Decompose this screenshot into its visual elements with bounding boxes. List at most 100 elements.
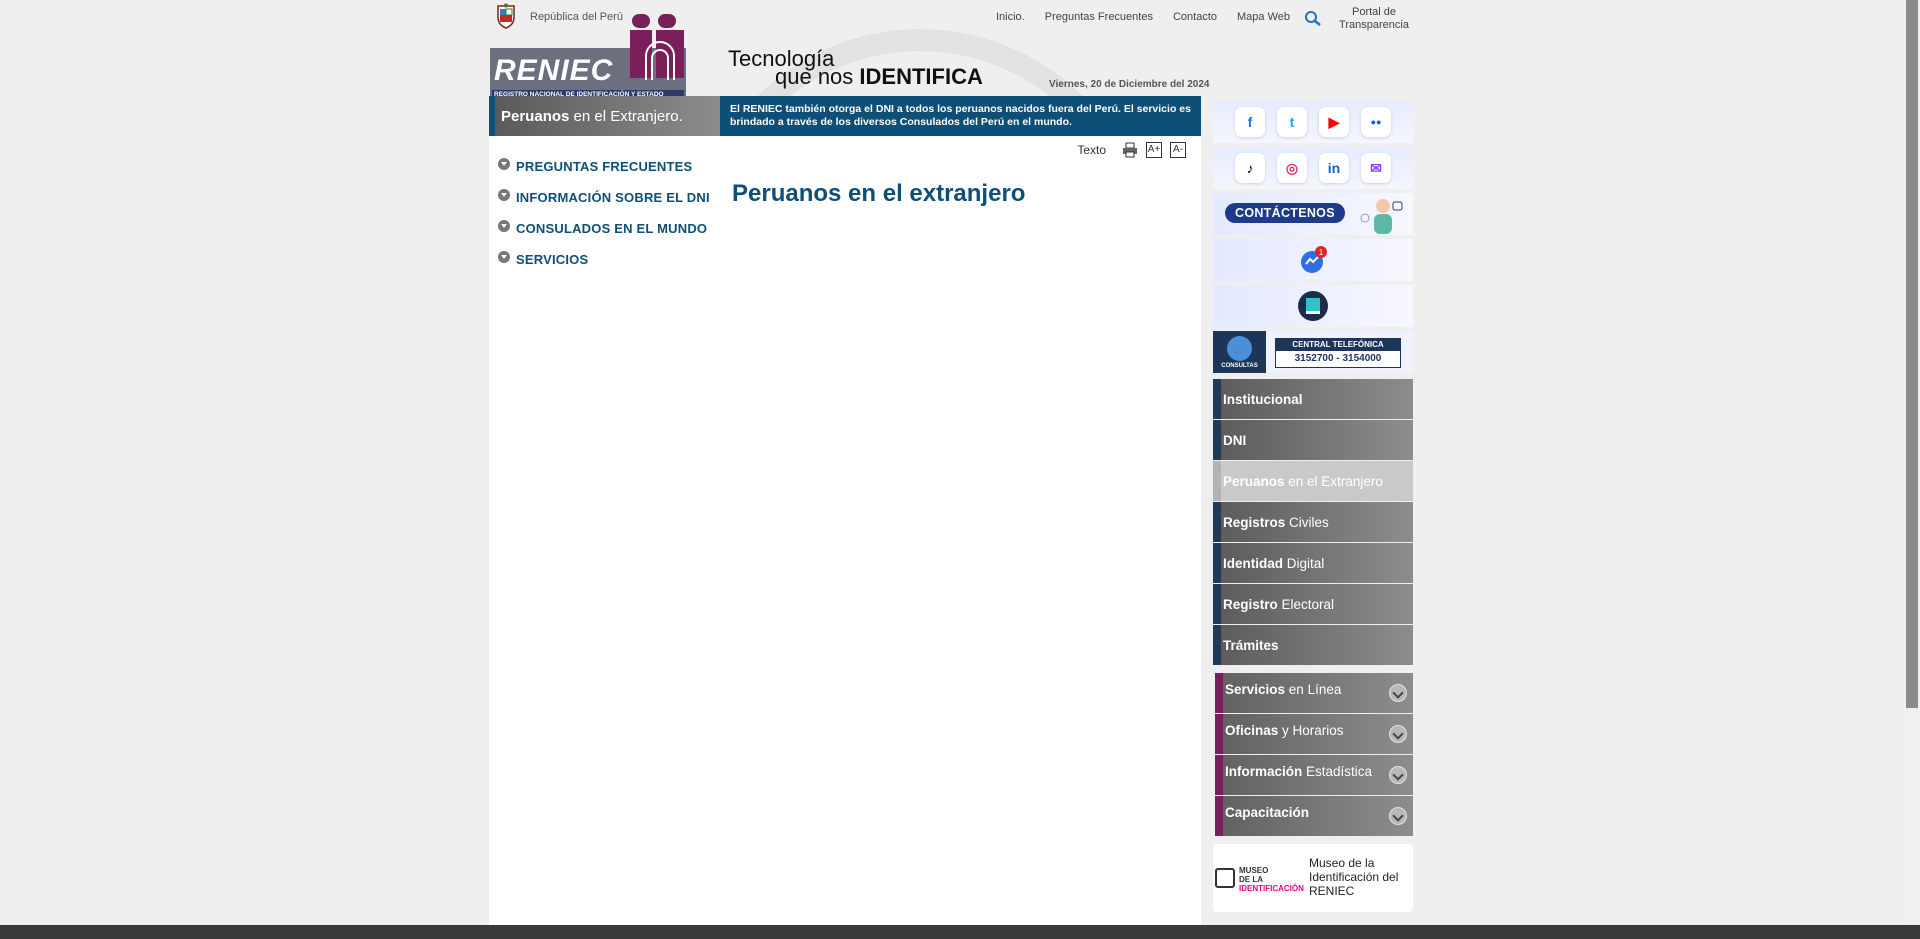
print-icon[interactable] bbox=[1122, 142, 1138, 158]
expand-bullet-icon bbox=[498, 219, 510, 232]
leftnav-item-services[interactable]: SERVICIOS bbox=[498, 244, 710, 275]
expand-bullet-icon bbox=[498, 188, 510, 201]
menu-item-registros-civiles[interactable]: Registros Civiles bbox=[1213, 502, 1413, 542]
chevron-down-icon[interactable] bbox=[1389, 725, 1407, 743]
social-row-1: f t ▶ ●● bbox=[1213, 101, 1413, 143]
menu-item-rest: en el Extranjero bbox=[1284, 474, 1383, 489]
leftnav-item-faq[interactable]: PREGUNTAS FRECUENTES bbox=[498, 151, 710, 182]
facebook-icon[interactable]: f bbox=[1235, 107, 1265, 137]
linkedin-icon[interactable]: in bbox=[1319, 153, 1349, 183]
link-faq[interactable]: Preguntas Frecuentes bbox=[1045, 11, 1153, 24]
menu-item-tramites[interactable]: Trámites bbox=[1213, 625, 1413, 665]
phone-title: CENTRAL TELEFÓNICA bbox=[1276, 339, 1400, 351]
menu-item-bold: Registros bbox=[1223, 515, 1286, 530]
menu-item-rest: Electoral bbox=[1277, 597, 1335, 612]
book-icon bbox=[1298, 291, 1328, 321]
logo-text: RENIEC bbox=[494, 54, 614, 87]
chevron-down-icon[interactable] bbox=[1389, 807, 1407, 825]
window-bottom-bar bbox=[0, 925, 1920, 939]
section-tab-bold: Peruanos bbox=[501, 108, 570, 125]
section-notice: El RENIEC también otorga el DNI a todos … bbox=[720, 96, 1201, 136]
slogan-line2: que nos IDENTIFICA bbox=[775, 64, 983, 90]
top-links: Inicio. Preguntas Frecuentes Contacto Ma… bbox=[976, 6, 1414, 32]
reniec-logo[interactable]: RENIEC REGISTRO NACIONAL DE IDENTIFICACI… bbox=[490, 10, 686, 106]
menu-item-identidad-digital[interactable]: Identidad Digital bbox=[1213, 543, 1413, 583]
submenu-bold: Oficinas bbox=[1225, 723, 1279, 738]
book-banner[interactable] bbox=[1213, 285, 1413, 327]
link-contact[interactable]: Contacto bbox=[1173, 11, 1217, 24]
submenu-bold: Servicios bbox=[1225, 682, 1286, 697]
instagram-icon[interactable]: ◎ bbox=[1277, 153, 1307, 183]
submenu-informacion-estadistica[interactable]: Información Estadística bbox=[1215, 755, 1413, 795]
submenu-bold: Información bbox=[1225, 764, 1303, 779]
menu-item-dni[interactable]: DNI bbox=[1213, 420, 1413, 460]
menu-item-institucional[interactable]: Institucional bbox=[1213, 379, 1413, 419]
chat-notification-icon: 1 bbox=[1301, 246, 1327, 273]
menu-item-rest: Digital bbox=[1283, 556, 1325, 571]
menu-item-bold: Trámites bbox=[1223, 638, 1279, 653]
font-decrease-icon[interactable]: A- bbox=[1170, 142, 1186, 158]
menu-item-bold: Identidad bbox=[1223, 556, 1283, 571]
vertical-scrollbar-thumb[interactable] bbox=[1906, 0, 1918, 708]
leftnav-label: INFORMACIÓN SOBRE EL DNI bbox=[516, 190, 710, 205]
chat-badge-count: 1 bbox=[1319, 248, 1324, 257]
secondary-menu: Servicios en Línea Oficinas y Horarios I… bbox=[1213, 673, 1413, 836]
portal-line2: Transparencia bbox=[1339, 19, 1409, 31]
leftnav-label: CONSULADOS EN EL MUNDO bbox=[516, 221, 708, 236]
messenger-icon[interactable]: ✉ bbox=[1361, 153, 1391, 183]
menu-item-registro-electoral[interactable]: Registro Electoral bbox=[1213, 584, 1413, 624]
menu-item-bold: Peruanos bbox=[1223, 474, 1285, 489]
youtube-icon[interactable]: ▶ bbox=[1319, 107, 1349, 137]
consultas-block: CONSULTAS bbox=[1213, 331, 1266, 373]
social-row-2: ♪ ◎ in ✉ bbox=[1213, 147, 1413, 189]
expand-bullet-icon bbox=[498, 157, 510, 170]
chevron-down-icon[interactable] bbox=[1389, 684, 1407, 702]
submenu-servicios-en-linea[interactable]: Servicios en Línea bbox=[1215, 673, 1413, 713]
leftnav-item-dni-info[interactable]: INFORMACIÓN SOBRE EL DNI bbox=[498, 182, 710, 213]
leftnav-label: PREGUNTAS FRECUENTES bbox=[516, 159, 693, 174]
section-tab: Peruanos en el Extranjero. bbox=[489, 96, 720, 136]
submenu-rest: en Línea bbox=[1285, 682, 1342, 697]
chat-banner[interactable]: 1 bbox=[1213, 239, 1413, 281]
chevron-down-icon[interactable] bbox=[1389, 766, 1407, 784]
slogan-line2-a: que nos bbox=[775, 64, 860, 89]
tiktok-icon[interactable]: ♪ bbox=[1235, 153, 1265, 183]
font-increase-icon[interactable]: A+ bbox=[1146, 142, 1162, 158]
right-sidebar: f t ▶ ●● ♪ ◎ in ✉ CONTÁCTENOS 1 CONSULTA… bbox=[1213, 101, 1413, 912]
submenu-capacitacion[interactable]: Capacitación bbox=[1215, 796, 1413, 836]
page-container: República del Perú Inicio. Preguntas Fre… bbox=[489, 0, 1414, 925]
submenu-rest: Estadística bbox=[1302, 764, 1373, 779]
museo-logo-a: MUSEO bbox=[1239, 866, 1269, 875]
leftnav-item-consulates[interactable]: CONSULADOS EN EL MUNDO bbox=[498, 213, 710, 244]
link-sitemap[interactable]: Mapa Web bbox=[1237, 11, 1290, 24]
leftnav-label: SERVICIOS bbox=[516, 252, 589, 267]
text-tools-label: Texto bbox=[1077, 143, 1106, 157]
expand-bullet-icon bbox=[498, 250, 510, 263]
menu-item-peruanos-extranjero[interactable]: Peruanos en el Extranjero bbox=[1213, 461, 1413, 501]
museo-banner[interactable]: MUSEO DE LA IDENTIFICACIÓN Museo de la I… bbox=[1213, 844, 1413, 912]
submenu-oficinas-horarios[interactable]: Oficinas y Horarios bbox=[1215, 714, 1413, 754]
contact-banner[interactable]: CONTÁCTENOS bbox=[1213, 193, 1413, 235]
menu-item-bold: DNI bbox=[1223, 433, 1247, 448]
link-home[interactable]: Inicio. bbox=[996, 11, 1025, 24]
transparency-search-icon[interactable] bbox=[1304, 10, 1322, 26]
museo-logo-icon bbox=[1215, 868, 1235, 888]
content-panel: Peruanos en el Extranjero. El RENIEC tam… bbox=[489, 96, 1201, 925]
slogan-line2-b: IDENTIFICA bbox=[859, 64, 983, 89]
museo-logo-c: IDENTIFICACIÓN bbox=[1239, 884, 1304, 893]
left-nav: PREGUNTAS FRECUENTES INFORMACIÓN SOBRE E… bbox=[498, 151, 710, 275]
museo-text: Museo de la Identificación del RENIEC bbox=[1309, 856, 1399, 898]
menu-item-bold: Registro bbox=[1223, 597, 1278, 612]
museo-logo-b: DE LA bbox=[1239, 875, 1263, 884]
phone-banner[interactable]: CONSULTAS CENTRAL TELEFÓNICA 3152700 - 3… bbox=[1213, 331, 1413, 373]
flickr-icon[interactable]: ●● bbox=[1361, 107, 1391, 137]
text-tools: Texto A+ A- bbox=[1077, 142, 1186, 158]
link-transparency-portal[interactable]: Portal de Transparencia bbox=[1334, 6, 1414, 32]
twitter-icon[interactable]: t bbox=[1277, 107, 1307, 137]
menu-item-rest: Civiles bbox=[1285, 515, 1329, 530]
section-tab-accent bbox=[489, 96, 495, 136]
phone-box: CENTRAL TELEFÓNICA 3152700 - 3154000 bbox=[1275, 338, 1401, 368]
museo-logo: MUSEO DE LA IDENTIFICACIÓN bbox=[1215, 866, 1304, 893]
submenu-rest: y Horarios bbox=[1278, 723, 1344, 738]
logo-figures-icon bbox=[630, 14, 684, 80]
